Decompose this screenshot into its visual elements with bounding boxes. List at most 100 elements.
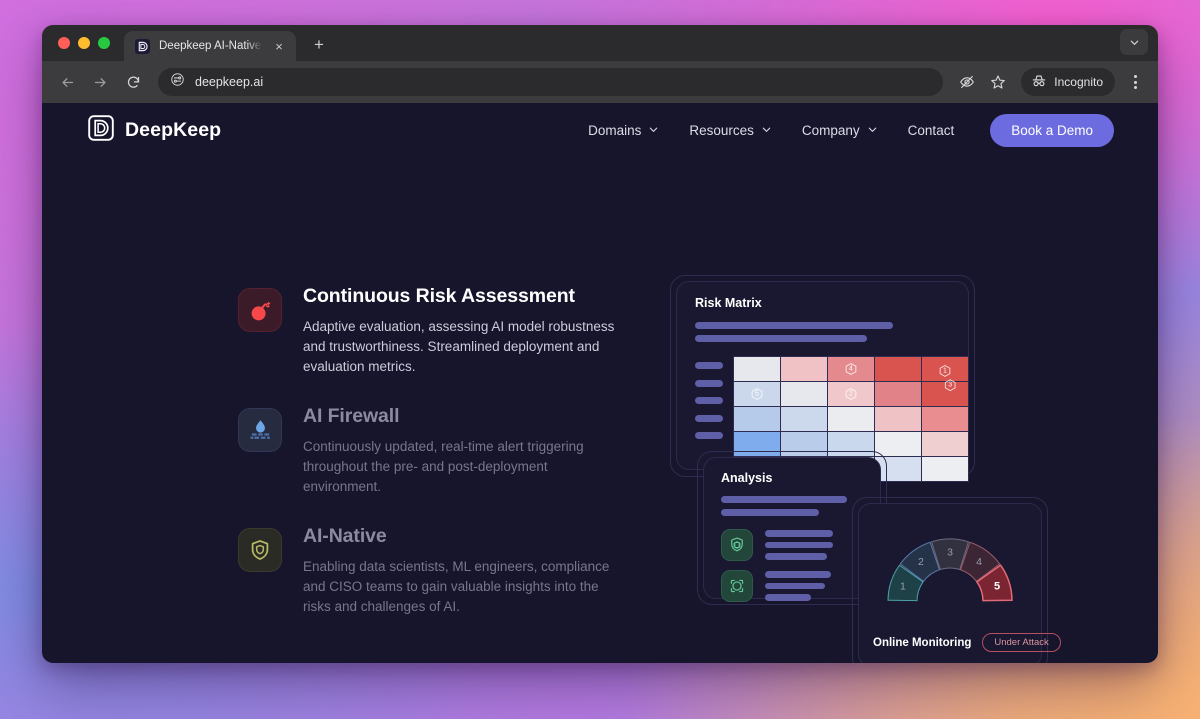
page-viewport: DeepKeep Domains Resources Company Conta… <box>42 103 1158 663</box>
risk-matrix-cell[interactable] <box>875 407 921 431</box>
back-button[interactable] <box>53 68 81 96</box>
placeholder-bar <box>695 322 893 329</box>
nav-label-company: Company <box>801 122 860 138</box>
gauge-segment-label: 5 <box>994 581 1000 593</box>
chevron-down-icon <box>867 123 878 138</box>
placeholder-bar <box>721 509 819 516</box>
gauge-segment-label: 1 <box>900 581 906 593</box>
risk-matrix-cell[interactable] <box>734 357 780 381</box>
firewall-flame-icon <box>238 407 282 452</box>
gauge-segment-label: 2 <box>918 556 924 568</box>
risk-matrix-cell[interactable]: 3 <box>922 379 968 406</box>
bomb-icon <box>238 288 282 332</box>
gauge-segment-label: 4 <box>976 556 982 568</box>
placeholder-bar <box>765 530 833 537</box>
risk-matrix-cell[interactable]: 1 <box>922 357 968 381</box>
analysis-line-group <box>765 571 831 601</box>
scan-circle-icon <box>721 570 753 602</box>
shield-icon <box>238 527 282 572</box>
star-icon[interactable] <box>985 69 1011 95</box>
deepkeep-favicon-icon <box>135 38 150 54</box>
eye-slash-icon[interactable] <box>954 69 980 95</box>
new-tab-button[interactable]: + <box>306 32 332 58</box>
nav-item-domains[interactable]: Domains <box>588 123 659 138</box>
placeholder-bar <box>765 541 833 549</box>
site-navigation: Domains Resources Company Contact Book a… <box>588 113 1114 147</box>
risk-marker-1[interactable]: 1 <box>939 364 952 377</box>
site-header: DeepKeep Domains Resources Company Conta… <box>42 103 1158 157</box>
risk-marker-4[interactable]: 4 <box>845 363 858 376</box>
risk-matrix-cell[interactable]: 5 <box>734 382 780 406</box>
risk-gauge[interactable]: 1 2 3 4 5 <box>875 521 1025 609</box>
browser-window: Deepkeep AI-Native Security × + <box>42 25 1158 663</box>
risk-matrix-cell[interactable] <box>875 357 921 381</box>
feature-title: AI Firewall <box>303 404 400 427</box>
risk-matrix-cell[interactable]: 2 <box>828 382 874 406</box>
browser-tab[interactable]: Deepkeep AI-Native Security × <box>124 31 296 61</box>
incognito-indicator[interactable]: Incognito <box>1021 68 1115 96</box>
nav-label-resources: Resources <box>689 122 754 138</box>
placeholder-bar <box>695 335 867 342</box>
risk-matrix-cell[interactable] <box>875 382 921 406</box>
risk-matrix-cell[interactable] <box>922 432 968 456</box>
hero-section: Continuous Risk Assessment Adaptive eval… <box>42 157 1158 663</box>
feature-body: Enabling data scientists, ML engineers, … <box>303 558 610 614</box>
kebab-menu-icon[interactable] <box>1123 69 1147 95</box>
risk-matrix-cell[interactable] <box>781 357 827 381</box>
feature-item-ai-firewall[interactable]: AI Firewall Continuously updated, real-t… <box>238 405 618 497</box>
nav-item-company[interactable]: Company <box>802 123 878 138</box>
brand-name: DeepKeep <box>125 118 222 141</box>
risk-matrix-cell[interactable] <box>781 407 827 431</box>
book-a-demo-button[interactable]: Book a Demo <box>990 113 1114 147</box>
risk-matrix-cell[interactable] <box>922 407 968 431</box>
close-window-button[interactable] <box>58 37 70 49</box>
feature-body: Continuously updated, real-time alert tr… <box>303 438 584 494</box>
feature-item-ai-native[interactable]: AI-Native Enabling data scientists, ML e… <box>238 525 618 617</box>
placeholder-bar <box>695 397 723 404</box>
nav-item-contact[interactable]: Contact <box>908 123 955 138</box>
risk-marker-3[interactable]: 3 <box>944 379 957 392</box>
risk-matrix-cell[interactable] <box>781 382 827 406</box>
analysis-title: Analysis <box>721 471 773 485</box>
placeholder-bar <box>695 432 723 439</box>
address-bar[interactable]: deepkeep.ai <box>158 68 944 96</box>
close-tab-button[interactable]: × <box>271 38 287 54</box>
minimize-window-button[interactable] <box>78 37 90 49</box>
monitoring-footer: Online Monitoring Under Attack <box>873 633 1061 652</box>
monitoring-label: Online Monitoring <box>873 636 972 649</box>
site-settings-icon[interactable] <box>170 72 185 92</box>
deepkeep-logo-icon <box>88 114 114 146</box>
address-bar-url: deepkeep.ai <box>195 75 264 89</box>
feature-list: Continuous Risk Assessment Adaptive eval… <box>238 285 618 645</box>
browser-tab-title: Deepkeep AI-Native Security <box>159 40 262 52</box>
chevron-down-icon <box>648 123 659 138</box>
placeholder-bar <box>765 553 827 560</box>
online-monitoring-card: 1 2 3 4 5 Online Monitoring Under Attack <box>858 503 1061 663</box>
incognito-label: Incognito <box>1054 75 1103 89</box>
maximize-window-button[interactable] <box>98 37 110 49</box>
placeholder-bar <box>765 582 825 590</box>
risk-marker-5[interactable]: 5 <box>751 388 764 401</box>
chevron-down-icon[interactable] <box>1120 29 1148 55</box>
feature-body: Adaptive evaluation, assessing AI model … <box>303 319 615 374</box>
risk-matrix-cell[interactable] <box>734 407 780 431</box>
reload-button[interactable] <box>119 68 147 96</box>
risk-matrix-cell[interactable] <box>828 407 874 431</box>
forward-button[interactable] <box>86 68 114 96</box>
feature-item-continuous-risk-assessment[interactable]: Continuous Risk Assessment Adaptive eval… <box>238 285 618 377</box>
chevron-down-icon <box>761 123 772 138</box>
placeholder-bar <box>765 594 811 601</box>
risk-marker-2[interactable]: 2 <box>845 388 858 401</box>
feature-title: Continuous Risk Assessment <box>303 285 575 307</box>
risk-matrix-cell[interactable] <box>875 432 921 456</box>
risk-matrix-title: Risk Matrix <box>695 296 762 310</box>
brand-logo-link[interactable]: DeepKeep <box>88 114 222 146</box>
risk-matrix-cell[interactable] <box>922 457 968 481</box>
nav-label-domains: Domains <box>588 122 642 138</box>
shield-chip-icon <box>721 529 753 561</box>
nav-item-resources[interactable]: Resources <box>689 123 772 138</box>
status-badge: Under Attack <box>982 633 1061 652</box>
risk-matrix-cell[interactable]: 4 <box>828 357 874 381</box>
placeholder-bar <box>765 571 831 578</box>
browser-tab-strip: Deepkeep AI-Native Security × + <box>42 25 1158 61</box>
